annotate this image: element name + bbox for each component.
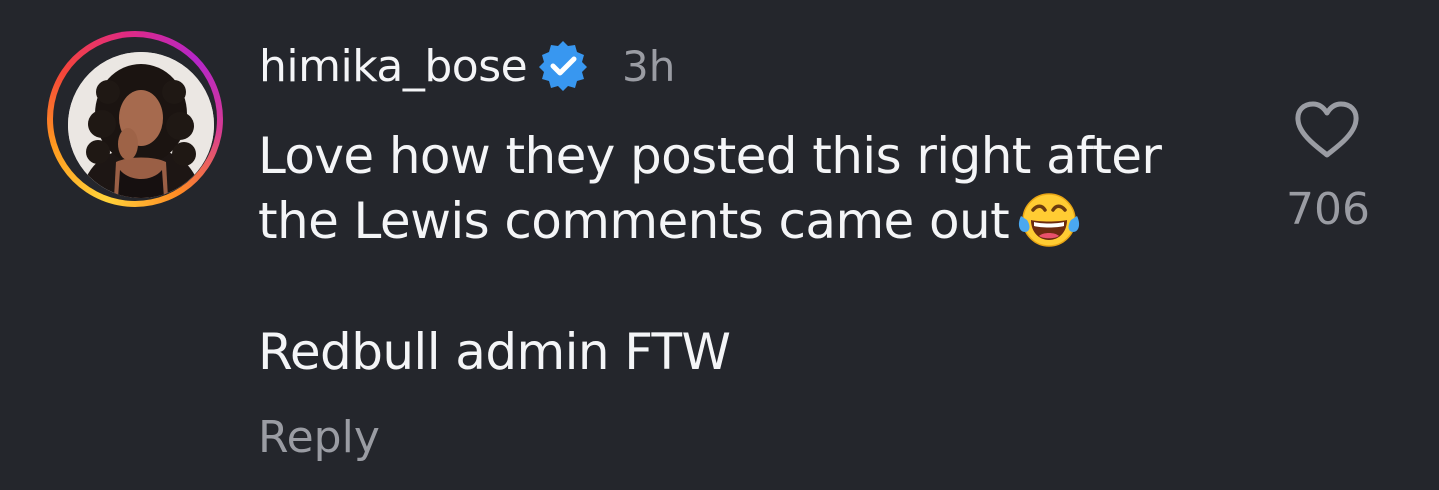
comment-text: Love how they posted this right after th… bbox=[258, 124, 1218, 253]
face-with-tears-of-joy-icon bbox=[1017, 188, 1081, 252]
username[interactable]: himika_bose bbox=[259, 40, 528, 94]
avatar-photo bbox=[68, 52, 214, 198]
like-count: 706 bbox=[1286, 184, 1370, 235]
comment-text-line: the Lewis comments came out bbox=[258, 188, 1218, 253]
comment-text-line: Love how they posted this right after bbox=[258, 127, 1162, 185]
comment: himika_bose 3h Love how they posted this… bbox=[0, 0, 1439, 490]
verified-badge-icon bbox=[537, 40, 589, 92]
comment-text-second-paragraph: Redbull admin FTW bbox=[258, 323, 731, 381]
story-ring[interactable] bbox=[47, 31, 223, 207]
avatar[interactable] bbox=[68, 52, 214, 198]
heart-outline-icon[interactable] bbox=[1293, 100, 1361, 160]
reply-button[interactable]: Reply bbox=[258, 410, 380, 466]
timestamp: 3h bbox=[622, 42, 676, 91]
